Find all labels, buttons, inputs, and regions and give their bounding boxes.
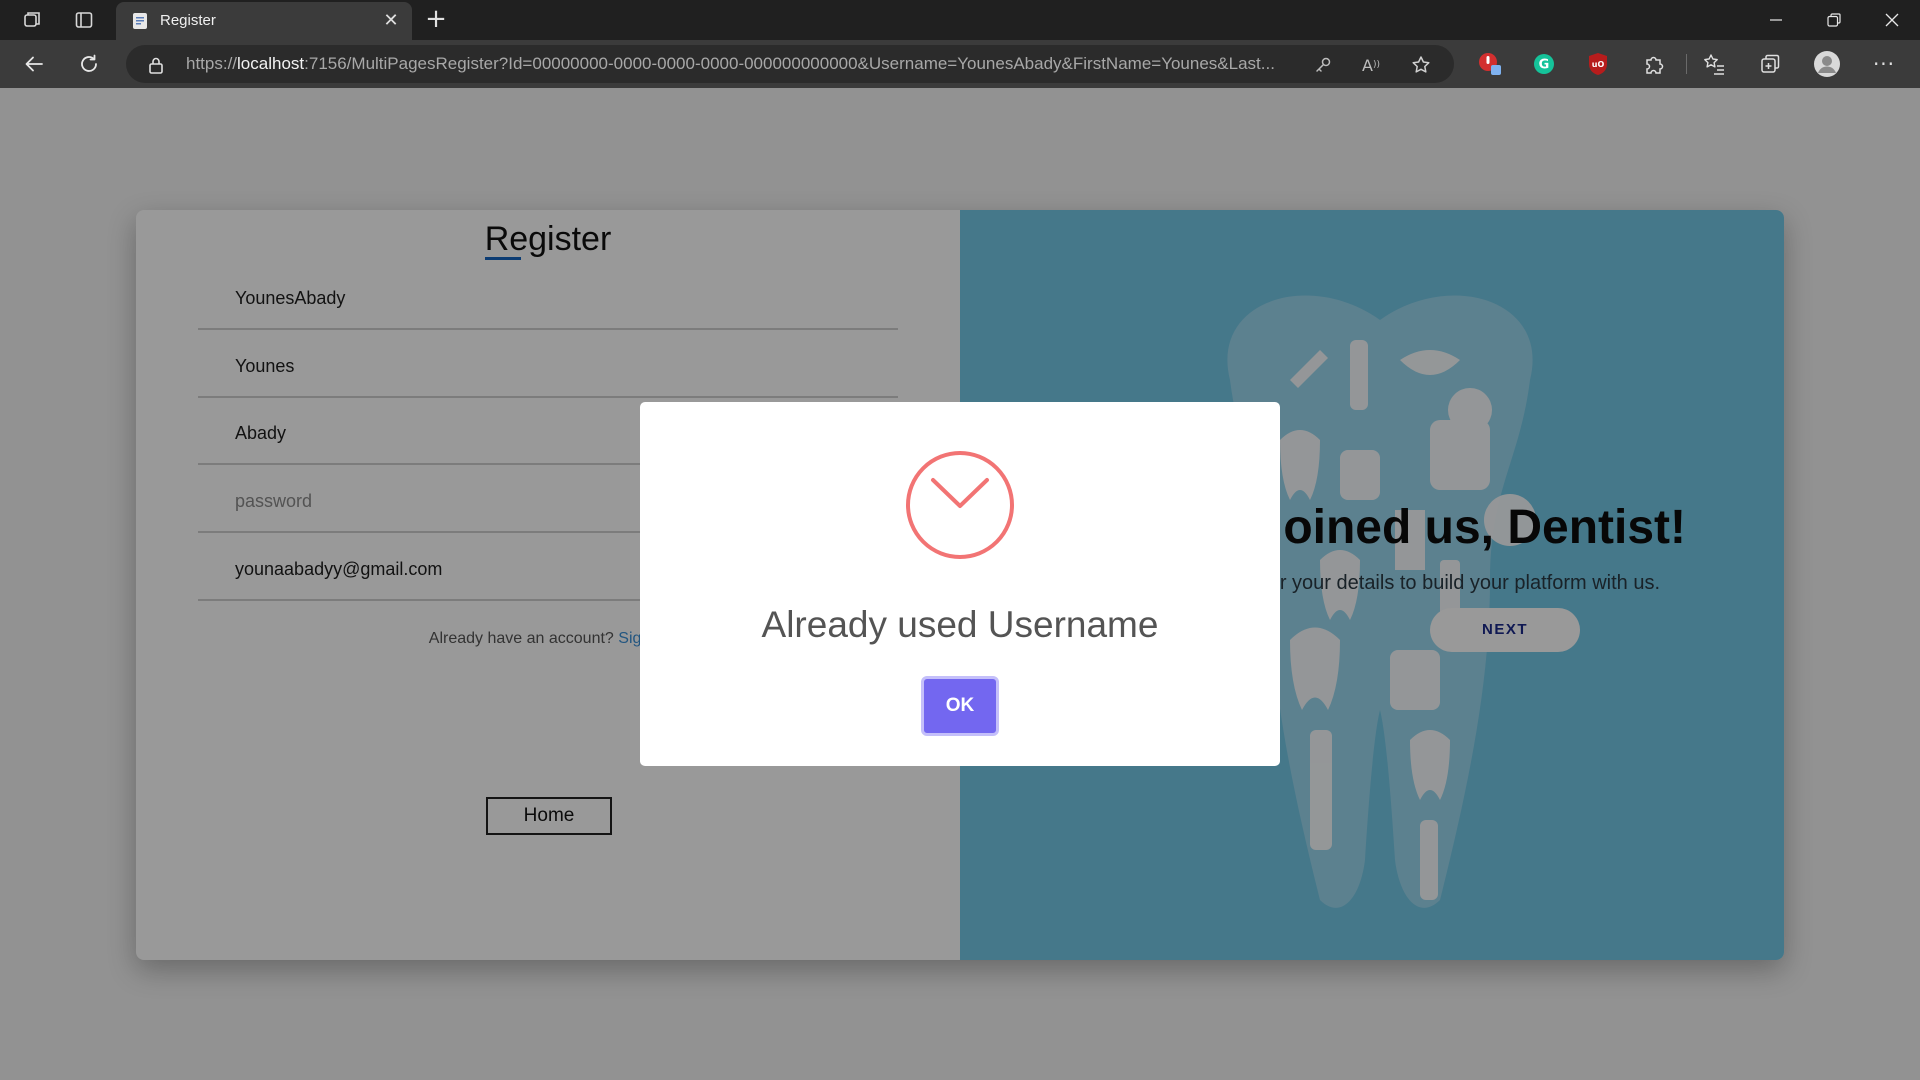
svg-text:uO: uO: [1592, 60, 1605, 69]
lock-icon[interactable]: [148, 56, 164, 74]
alert-dialog: Already used Username OK: [640, 402, 1280, 766]
svg-text:G: G: [1539, 58, 1550, 73]
restore-icon[interactable]: [1806, 0, 1862, 40]
grammarly-icon[interactable]: G: [1530, 50, 1558, 78]
key-icon[interactable]: [1310, 52, 1336, 78]
dialog-message: Already used Username: [761, 604, 1159, 645]
clock-icon: [906, 451, 1014, 559]
collections-icon[interactable]: [1756, 50, 1784, 78]
address-bar[interactable]: https://localhost:7156/MultiPagesRegiste…: [126, 45, 1454, 83]
close-window-icon[interactable]: [1864, 0, 1920, 40]
ok-button[interactable]: OK: [921, 676, 999, 736]
favorites-list-icon[interactable]: [1700, 50, 1728, 78]
minimize-icon[interactable]: [1748, 0, 1804, 40]
page-favicon-icon: [133, 13, 147, 29]
profile-avatar-icon[interactable]: [1813, 50, 1841, 78]
refresh-icon[interactable]: [72, 48, 106, 80]
browser-toolbar: https://localhost:7156/MultiPagesRegiste…: [0, 40, 1920, 88]
browser-tab-register[interactable]: Register ✕: [116, 2, 412, 40]
browser-tab-bar: Register ✕ +: [0, 0, 1920, 40]
ublock-origin-icon[interactable]: uO: [1584, 50, 1612, 78]
extensions-puzzle-icon[interactable]: [1640, 50, 1668, 78]
close-tab-icon[interactable]: ✕: [380, 9, 402, 31]
workspaces-icon[interactable]: [16, 6, 48, 34]
favorite-star-icon[interactable]: [1408, 52, 1434, 78]
url-text[interactable]: https://localhost:7156/MultiPagesRegiste…: [186, 54, 1436, 74]
extension-red-icon[interactable]: [1476, 50, 1504, 78]
more-options-icon[interactable]: ···: [1870, 50, 1898, 78]
read-aloud-icon[interactable]: A)): [1358, 52, 1384, 78]
tab-title: Register: [160, 12, 216, 29]
tab-actions-icon[interactable]: [68, 6, 100, 34]
back-icon[interactable]: [17, 48, 51, 80]
toolbar-divider: [1686, 54, 1687, 74]
new-tab-icon[interactable]: +: [422, 6, 450, 34]
